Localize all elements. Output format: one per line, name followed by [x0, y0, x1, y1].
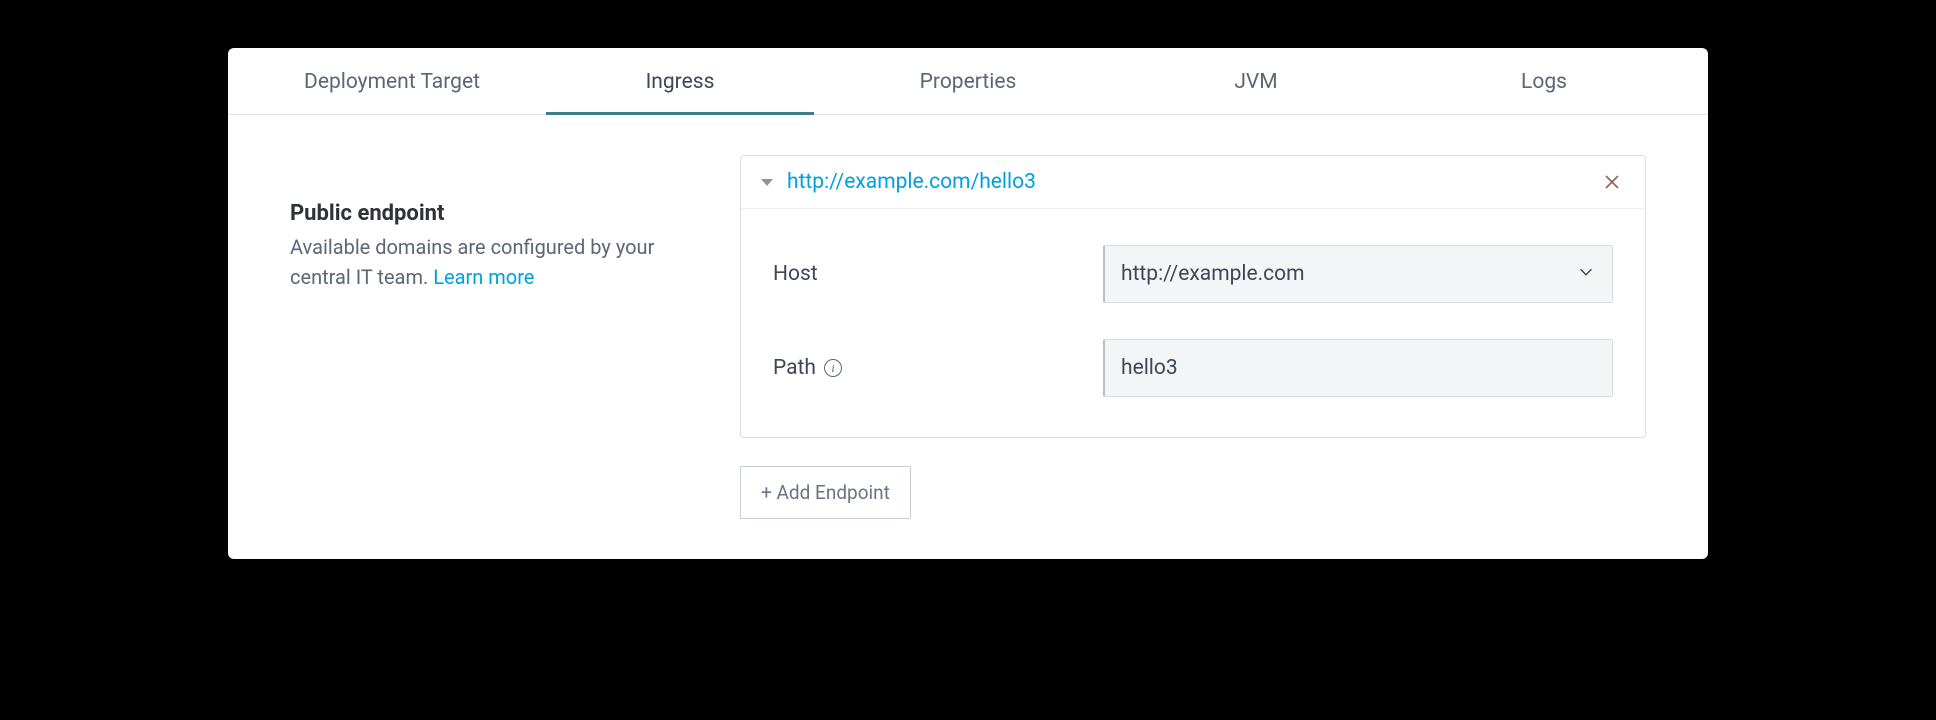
collapse-toggle-icon[interactable] [761, 179, 773, 186]
endpoint-url-link[interactable]: http://example.com/hello3 [787, 170, 1587, 194]
path-label: Path i [773, 356, 1103, 380]
host-label-text: Host [773, 262, 818, 286]
host-label: Host [773, 262, 1103, 286]
tab-content: Public endpoint Available domains are co… [228, 115, 1708, 559]
tab-jvm[interactable]: JVM [1112, 48, 1400, 114]
host-select-wrapper: http://example.com [1103, 245, 1613, 303]
tab-deployment-target[interactable]: Deployment Target [248, 48, 536, 114]
close-icon [1604, 174, 1620, 190]
learn-more-link[interactable]: Learn more [433, 265, 534, 289]
endpoint-config: http://example.com/hello3 Host http://ex… [740, 155, 1646, 519]
add-endpoint-button[interactable]: + Add Endpoint [740, 466, 911, 519]
host-select-value: http://example.com [1121, 262, 1305, 286]
section-help-text: Available domains are configured by your… [290, 232, 720, 292]
tab-ingress[interactable]: Ingress [536, 48, 824, 114]
section-title: Public endpoint [290, 201, 720, 226]
host-field-row: Host http://example.com [773, 245, 1613, 303]
settings-panel: Deployment Target Ingress Properties JVM… [228, 48, 1708, 559]
path-label-text: Path [773, 356, 816, 380]
tab-properties[interactable]: Properties [824, 48, 1112, 114]
path-field-row: Path i [773, 339, 1613, 397]
endpoint-body: Host http://example.com [741, 209, 1645, 437]
endpoint-header: http://example.com/hello3 [741, 156, 1645, 209]
remove-endpoint-button[interactable] [1601, 171, 1623, 193]
path-input[interactable] [1103, 339, 1613, 397]
info-icon[interactable]: i [824, 359, 842, 377]
host-select[interactable]: http://example.com [1103, 245, 1613, 303]
tab-bar: Deployment Target Ingress Properties JVM… [228, 48, 1708, 115]
section-description: Public endpoint Available domains are co… [290, 155, 720, 519]
tab-logs[interactable]: Logs [1400, 48, 1688, 114]
path-input-wrapper [1103, 339, 1613, 397]
endpoint-card: http://example.com/hello3 Host http://ex… [740, 155, 1646, 438]
